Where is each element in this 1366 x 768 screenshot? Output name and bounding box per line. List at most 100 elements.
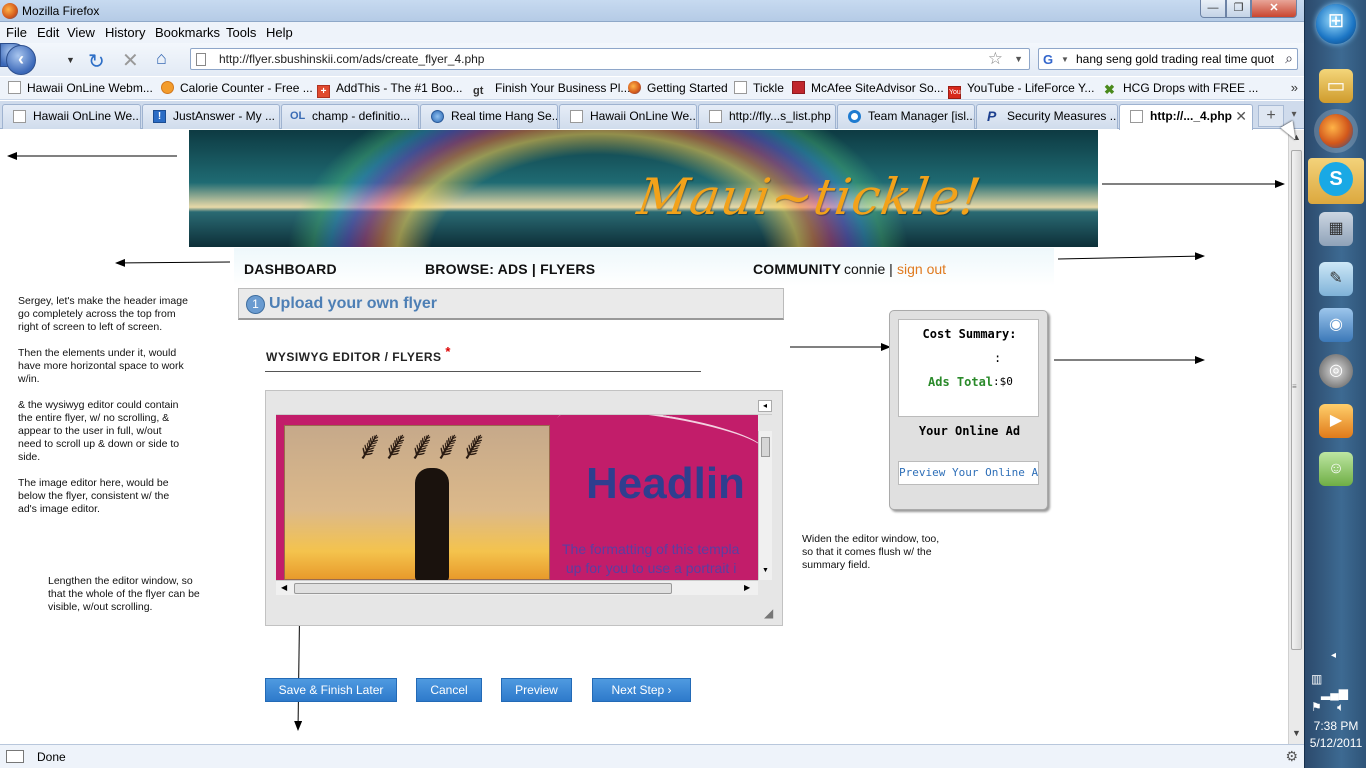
firefox-taskbar-icon[interactable] <box>1319 114 1353 148</box>
cancel-button[interactable]: Cancel <box>416 678 482 702</box>
tab[interactable]: Hawaii OnLine We... <box>2 104 141 129</box>
bookmark-item[interactable]: ✖ HCG Drops with FREE ... <box>1104 81 1258 97</box>
close-tab-icon[interactable]: ✕ <box>1235 108 1247 125</box>
disc-icon[interactable]: ◎ <box>1319 354 1353 388</box>
bookmark-label: Calorie Counter - Free ... <box>180 81 313 95</box>
ads-total-label: Ads Total <box>928 375 994 389</box>
search-input[interactable]: hang seng gold trading real time quot <box>1076 52 1282 66</box>
tab-label: Hawaii OnLine We... <box>33 109 141 123</box>
flyer-headline[interactable]: Headlin <box>586 459 745 509</box>
bookmark-star-icon[interactable]: ☆ <box>988 49 1003 69</box>
search-engine-dropdown-icon[interactable]: ▼ <box>1061 55 1069 64</box>
addon-status-icon[interactable]: ⚙ <box>1285 748 1298 765</box>
skype-icon[interactable]: S <box>1319 162 1353 196</box>
nav-community[interactable]: COMMUNITY <box>753 261 841 277</box>
url-text[interactable]: http://flyer.sbushinskii.com/ads/create_… <box>219 52 484 66</box>
scroll-right-icon[interactable]: ▶ <box>744 583 750 592</box>
camera-icon[interactable]: ◉ <box>1319 308 1353 342</box>
tab[interactable]: Hawaii OnLine We... <box>559 104 697 129</box>
page-scroll-thumb[interactable] <box>1291 150 1302 650</box>
bookmark-item[interactable]: McAfee SiteAdvisor So... <box>792 81 944 95</box>
start-button[interactable]: ⊞ <box>1316 4 1356 44</box>
editor-vscroll-thumb[interactable] <box>761 437 770 457</box>
resize-handle-icon[interactable]: ◢ <box>764 606 773 620</box>
google-icon[interactable]: G <box>1043 52 1059 67</box>
minimize-button[interactable]: — <box>1200 0 1226 18</box>
bookmark-item[interactable]: Getting Started <box>628 81 728 95</box>
clock-time: 7:38 PM <box>1313 719 1359 733</box>
nav-dashboard[interactable]: DASHBOARD <box>244 261 337 277</box>
network-icon[interactable]: ▥ <box>1311 672 1322 686</box>
preview-button[interactable]: Preview <box>501 678 572 702</box>
wysiwyg-editor[interactable]: ◂ ⸙⸙⸙⸙⸙ Headlin The formatting of this t… <box>265 390 783 626</box>
flyer-body-text[interactable]: The formatting of this templa up for you… <box>562 540 739 578</box>
url-dropdown-icon[interactable]: ▼ <box>1014 54 1023 64</box>
bookmark-item[interactable]: Hawaii OnLine Webm... <box>8 81 153 95</box>
new-tab-button[interactable]: + <box>1258 105 1284 127</box>
scroll-grip-icon: ≡ <box>1292 382 1297 391</box>
menu-history[interactable]: History <box>105 25 145 40</box>
preview-online-ad-button[interactable]: Preview Your Online Ad <box>898 461 1039 485</box>
tree-branches-decoration: ⸙⸙⸙⸙⸙ <box>355 426 489 468</box>
tab[interactable]: OL champ - definitio... <box>281 104 419 129</box>
username: connie | <box>844 261 893 277</box>
bookmark-item[interactable]: + AddThis - The #1 Boo... <box>317 81 463 98</box>
editor-horizontal-scrollbar[interactable]: ◀ ▶ <box>276 580 758 595</box>
show-hidden-icons-icon[interactable]: ◂ <box>1331 650 1336 661</box>
scroll-left-icon[interactable]: ◀ <box>281 583 287 592</box>
addthis-icon: + <box>317 85 330 98</box>
bookmark-item[interactable]: Tickle <box>734 81 784 95</box>
editor-hscroll-thumb[interactable] <box>294 583 672 594</box>
editor-vertical-scrollbar[interactable]: ▼ <box>758 431 772 580</box>
maximize-button[interactable]: ❐ <box>1226 0 1251 18</box>
menu-help[interactable]: Help <box>266 25 293 40</box>
bookmark-item[interactable]: Calorie Counter - Free ... <box>161 81 313 95</box>
tab[interactable]: ! JustAnswer - My ... <box>142 104 280 129</box>
save-finish-later-button[interactable]: Save & Finish Later <box>265 678 397 702</box>
tab[interactable]: P Security Measures ... <box>976 104 1118 129</box>
search-bar[interactable]: G ▼ hang seng gold trading real time quo… <box>1038 48 1298 70</box>
sign-out-link[interactable]: sign out <box>897 261 946 277</box>
home-icon[interactable]: ⌂ <box>156 48 167 69</box>
clock[interactable]: 7:38 PM 5/12/2011 <box>1305 718 1366 752</box>
reload-icon[interactable]: ↻ <box>88 49 105 74</box>
scroll-down-icon[interactable]: ▼ <box>1292 728 1301 738</box>
volume-icon[interactable]: 🔈︎ <box>1337 700 1344 714</box>
menu-view[interactable]: View <box>67 25 95 40</box>
bookmark-item[interactable]: You YouTube - LifeForce Y... <box>948 81 1094 99</box>
flag-icon[interactable]: ⚑ <box>1311 700 1322 714</box>
editor-collapse-icon[interactable]: ◂ <box>758 400 772 412</box>
flyer-photo[interactable]: ⸙⸙⸙⸙⸙ <box>284 425 550 580</box>
address-bar[interactable]: http://flyer.sbushinskii.com/ads/create_… <box>190 48 1030 70</box>
tab-active[interactable]: http://..._4.php ✕ <box>1119 104 1253 130</box>
back-button[interactable]: ‹ <box>6 45 36 75</box>
close-button[interactable]: ✕ <box>1251 0 1297 18</box>
page-icon <box>1130 110 1143 123</box>
tab[interactable]: Real time Hang Se... <box>420 104 558 129</box>
tab[interactable]: Team Manager [isl... <box>837 104 975 129</box>
people-icon[interactable]: ☺ <box>1319 452 1353 486</box>
media-player-icon[interactable]: ▶ <box>1319 404 1353 438</box>
scroll-down-icon[interactable]: ▼ <box>762 567 769 574</box>
menu-tools[interactable]: Tools <box>226 25 256 40</box>
signal-icon[interactable]: ▂▄▆ <box>1321 686 1348 700</box>
calculator-icon[interactable]: ▦ <box>1319 212 1353 246</box>
nav-browse[interactable]: BROWSE: ADS | FLYERS <box>425 261 595 277</box>
cost-line: : <box>994 351 1002 365</box>
tab[interactable]: http://fly...s_list.php <box>698 104 836 129</box>
bookmarks-overflow-button[interactable]: » <box>1291 80 1298 95</box>
notepad-icon[interactable]: ✎ <box>1319 262 1353 296</box>
bookmark-item[interactable]: gt Finish Your Business Pl... <box>473 81 630 98</box>
explorer-icon[interactable]: ▭ <box>1319 69 1353 103</box>
next-step-button[interactable]: Next Step › <box>592 678 691 702</box>
history-dropdown-icon[interactable]: ▼ <box>66 55 75 65</box>
editor-label: WYSIWYG EDITOR / FLYERS * <box>266 344 451 364</box>
menu-edit[interactable]: Edit <box>37 25 59 40</box>
stop-icon[interactable]: ✕ <box>122 48 139 73</box>
online-ad-title: Your Online Ad <box>918 424 1021 438</box>
page-vertical-scrollbar[interactable]: ▲ ≡ ▼ <box>1288 130 1304 744</box>
flyer-canvas[interactable]: ⸙⸙⸙⸙⸙ Headlin The formatting of this tem… <box>276 415 758 580</box>
menu-bookmarks[interactable]: Bookmarks <box>155 25 220 40</box>
search-go-icon[interactable]: ⌕ <box>1285 50 1293 67</box>
menu-file[interactable]: File <box>6 25 27 40</box>
